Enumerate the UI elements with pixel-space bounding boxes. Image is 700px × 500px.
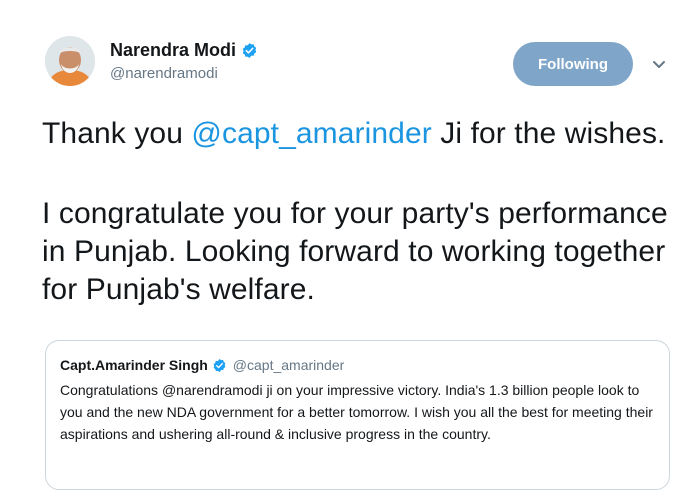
author-block: Narendra Modi @narendramodi (110, 40, 258, 82)
tweet-text-part: Thank you (42, 117, 192, 150)
chevron-down-icon[interactable] (650, 58, 668, 72)
tweet-paragraph-2: I congratulate you for your party's perf… (42, 197, 668, 306)
avatar[interactable] (45, 36, 95, 86)
tweet-text-part: Ji for the wishes. (431, 117, 666, 150)
quoted-author-name: Capt.Amarinder Singh (60, 357, 208, 373)
following-button[interactable]: Following (513, 42, 633, 86)
tweet-line-1: Thank you @capt_amarinder Ji for the wis… (42, 115, 682, 153)
quoted-tweet-text: Congratulations @narendramodi ji on your… (60, 382, 653, 442)
verified-badge-icon (213, 358, 226, 372)
verified-badge-icon (242, 43, 257, 58)
author-name-row: Narendra Modi (110, 40, 258, 61)
quoted-author-handle: @capt_amarinder (232, 357, 345, 373)
author-name[interactable]: Narendra Modi (110, 40, 236, 61)
avatar-image (45, 36, 95, 86)
quoted-tweet[interactable]: Capt.Amarinder Singh @capt_amarinder Con… (45, 340, 670, 490)
tweet-text: Thank you @capt_amarinder Ji for the wis… (42, 115, 682, 309)
mention-link[interactable]: @capt_amarinder (191, 117, 431, 150)
tweet-card: Narendra Modi @narendramodi Following Th… (0, 0, 700, 500)
author-handle[interactable]: @narendramodi (110, 65, 258, 82)
quoted-tweet-header: Capt.Amarinder Singh @capt_amarinder (60, 357, 655, 373)
